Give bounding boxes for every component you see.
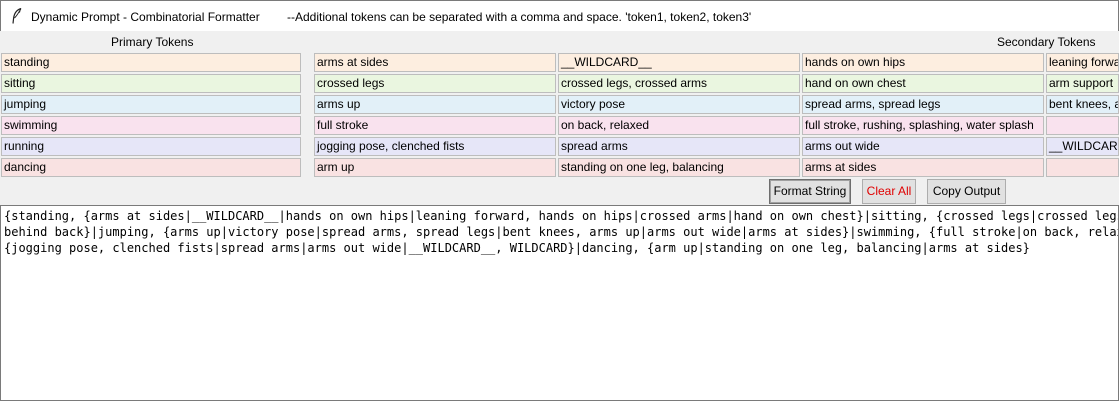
secondary-tokens-header: Secondary Tokens: [997, 35, 1096, 49]
secondary-token-field[interactable]: arms up: [314, 95, 556, 114]
copy-output-button[interactable]: Copy Output: [927, 179, 1006, 204]
primary-token-field[interactable]: jumping: [1, 95, 301, 114]
primary-token-field[interactable]: dancing: [1, 158, 301, 177]
secondary-token-field[interactable]: full stroke, rushing, splashing, water s…: [802, 116, 1044, 135]
window-title: Dynamic Prompt - Combinatorial Formatter: [31, 10, 260, 24]
clear-all-button[interactable]: Clear All: [862, 179, 916, 204]
secondary-token-field[interactable]: crossed legs, crossed arms: [558, 74, 800, 93]
output-line: {standing, {arms at sides|__WILDCARD__|h…: [4, 209, 1118, 223]
secondary-token-field[interactable]: leaning forward, hands on hips: [1046, 53, 1119, 72]
primary-token-field[interactable]: running: [1, 137, 301, 156]
primary-token-field[interactable]: standing: [1, 53, 301, 72]
format-string-button[interactable]: Format String: [769, 179, 851, 204]
title-bar: Dynamic Prompt - Combinatorial Formatter…: [0, 0, 1119, 31]
secondary-token-field[interactable]: spread arms: [558, 137, 800, 156]
secondary-token-field[interactable]: arm support: [1046, 74, 1119, 93]
feather-icon: [11, 7, 23, 24]
secondary-token-field[interactable]: arms out wide: [802, 137, 1044, 156]
window-hint: --Additional tokens can be separated wit…: [287, 10, 752, 24]
secondary-token-field[interactable]: __WILDCARD__: [1046, 137, 1119, 156]
secondary-token-field[interactable]: jogging pose, clenched fists: [314, 137, 556, 156]
secondary-token-field[interactable]: bent knees, arms up: [1046, 95, 1119, 114]
secondary-token-field[interactable]: full stroke: [314, 116, 556, 135]
secondary-token-field[interactable]: [1046, 116, 1119, 135]
secondary-token-field[interactable]: on back, relaxed: [558, 116, 800, 135]
output-line: behind back}|jumping, {arms up|victory p…: [4, 225, 1118, 239]
primary-token-field[interactable]: swimming: [1, 116, 301, 135]
secondary-token-field[interactable]: [1046, 158, 1119, 177]
secondary-token-field[interactable]: hands on own hips: [802, 53, 1044, 72]
secondary-token-field[interactable]: spread arms, spread legs: [802, 95, 1044, 114]
secondary-token-field[interactable]: arms at sides: [802, 158, 1044, 177]
secondary-token-field[interactable]: standing on one leg, balancing: [558, 158, 800, 177]
secondary-token-field[interactable]: __WILDCARD__: [558, 53, 800, 72]
secondary-token-field[interactable]: victory pose: [558, 95, 800, 114]
secondary-token-field[interactable]: hand on own chest: [802, 74, 1044, 93]
primary-tokens-header: Primary Tokens: [111, 35, 194, 49]
secondary-token-field[interactable]: arm up: [314, 158, 556, 177]
primary-token-field[interactable]: sitting: [1, 74, 301, 93]
secondary-token-field[interactable]: arms at sides: [314, 53, 556, 72]
output-line: {jogging pose, clenched fists|spread arm…: [4, 241, 1030, 255]
secondary-token-field[interactable]: crossed legs: [314, 74, 556, 93]
output-textarea[interactable]: {standing, {arms at sides|__WILDCARD__|h…: [0, 205, 1119, 401]
